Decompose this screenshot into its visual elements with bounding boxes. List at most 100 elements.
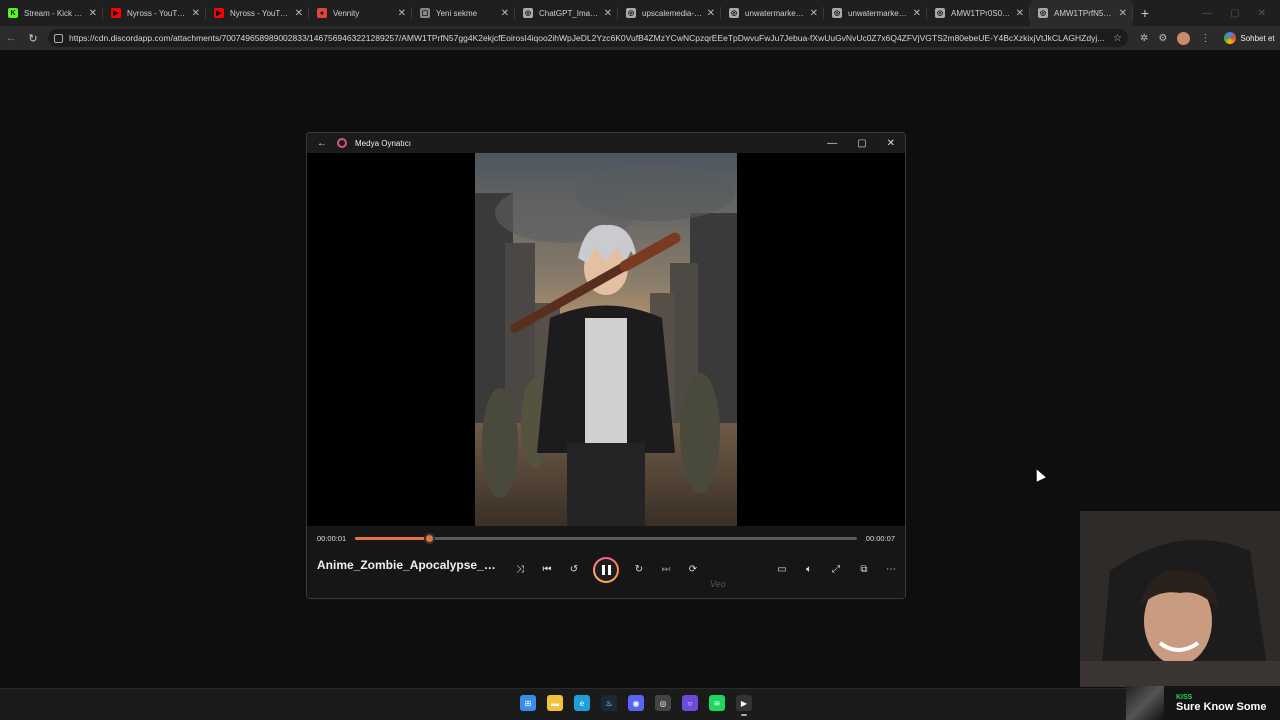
repeat-off-icon: ⟳	[688, 563, 698, 575]
taskbar-apps: ⊞ ▬ e ♨ ◉ ◎ ○ ≋ ▶	[520, 695, 752, 716]
chrome-icon[interactable]: ◎	[655, 695, 671, 711]
windows-start-icon[interactable]: ⊞	[520, 695, 536, 711]
browser-tab[interactable]: ◎ upscalemedia-transf ✕	[618, 0, 721, 26]
more-options-button[interactable]: ⋯	[884, 562, 898, 576]
rewind-10-button[interactable]: ↺	[567, 562, 581, 576]
browser-tab[interactable]: ● Vennity ✕	[309, 0, 412, 26]
pause-button[interactable]	[593, 557, 619, 583]
new-tab-button[interactable]: +	[1133, 0, 1157, 26]
obs-icon[interactable]: ○	[682, 695, 698, 711]
forward-30-button[interactable]: ↻	[632, 562, 646, 576]
subtitles-icon: ▭	[777, 563, 787, 575]
browser-tab[interactable]: ▶ Nyross - YouTube ✕	[206, 0, 309, 26]
seek-bar[interactable]	[355, 533, 857, 544]
tab-favicon-icon: ◎	[1038, 8, 1048, 18]
file-explorer-icon[interactable]: ▬	[547, 695, 563, 711]
tab-label: Yeni sekme	[436, 8, 478, 18]
tab-close-icon[interactable]: ✕	[89, 8, 97, 19]
media-player-icon[interactable]: ▶	[736, 695, 752, 716]
tab-close-icon[interactable]: ✕	[810, 8, 818, 19]
address-bar[interactable]: https://cdn.discordapp.com/attachments/7…	[48, 29, 1128, 47]
site-info-icon[interactable]	[54, 33, 63, 43]
bookmark-star-icon[interactable]: ☆	[1113, 33, 1122, 44]
browser-tab[interactable]: ◎ AMW1TPrfN57g4 ✕	[1030, 0, 1133, 26]
browser-toolbar: ← ↻ https://cdn.discordapp.com/attachmen…	[0, 26, 1280, 50]
video-frame[interactable]	[475, 153, 737, 526]
tab-label: Nyross - YouTube	[127, 8, 188, 18]
tab-close-icon[interactable]: ✕	[1016, 8, 1024, 19]
fullscreen-icon: ⤢	[832, 563, 840, 575]
gemini-icon	[1224, 32, 1237, 44]
tab-favicon-icon: K	[8, 8, 18, 18]
player-back-button[interactable]: ←	[307, 138, 337, 149]
player-close-icon[interactable]: ✕	[887, 138, 895, 149]
mini-player-icon: ⧉	[860, 563, 868, 575]
tab-favicon-icon: ◎	[523, 8, 533, 18]
discord-icon[interactable]: ◉	[628, 695, 644, 711]
tab-list: KStream - Kick Dashb✕▶Nyross - YouTube✕▶…	[0, 0, 1133, 26]
profile-avatar[interactable]	[1177, 31, 1191, 45]
tab-label: Stream - Kick Dashb	[24, 8, 85, 18]
shuffle-icon: ⤨	[516, 563, 524, 575]
chat-button[interactable]: Sohbet et	[1224, 32, 1275, 44]
tab-close-icon[interactable]: ✕	[398, 8, 406, 19]
browser-tab[interactable]: ◎ ChatGPT_Image_1_S ✕	[515, 0, 618, 26]
steam-icon[interactable]: ♨	[601, 695, 617, 711]
seek-bar-thumb[interactable]	[423, 533, 435, 544]
subtitles-button[interactable]: ▭	[775, 562, 789, 576]
mini-player-button[interactable]: ⧉	[857, 562, 871, 576]
duration: 00:00:07	[865, 534, 895, 543]
tab-label: ChatGPT_Image_1_S	[539, 8, 600, 18]
menu-dots-icon[interactable]: ⋮	[1200, 33, 1210, 44]
player-window-controls: — ▢ ✕	[827, 138, 905, 149]
streamer-webcam-image	[1080, 511, 1280, 687]
previous-button[interactable]: ⏮	[540, 562, 554, 576]
seek-bar-fill	[355, 537, 429, 540]
volume-button[interactable]: 🔈︎	[802, 562, 816, 576]
tab-favicon-icon: ◎	[832, 8, 842, 18]
now-playing-song: Sure Know Some	[1176, 700, 1267, 713]
next-button[interactable]: ⏭	[659, 562, 673, 576]
browser-tab[interactable]: K Stream - Kick Dashb ✕	[0, 0, 103, 26]
media-player-app-icon	[337, 138, 347, 148]
tab-close-icon[interactable]: ✕	[501, 8, 509, 19]
browser-tab[interactable]: ▶ Nyross - YouTube ✕	[103, 0, 206, 26]
player-minimize-icon[interactable]: —	[827, 138, 837, 149]
browser-tab[interactable]: ◎ AMW1TPr0S0CoMj ✕	[927, 0, 1030, 26]
volume-icon: 🔈︎	[806, 563, 812, 575]
tab-close-icon[interactable]: ✕	[295, 8, 303, 19]
url-text[interactable]: https://cdn.discordapp.com/attachments/7…	[69, 33, 1107, 43]
tab-label: unwatermarked_un	[848, 8, 909, 18]
edge-icon[interactable]: e	[574, 695, 590, 711]
maximize-icon[interactable]: ▢	[1230, 8, 1239, 19]
tab-close-icon[interactable]: ✕	[913, 8, 921, 19]
rewind-icon: ↺	[569, 563, 579, 575]
pause-icon	[601, 565, 611, 575]
player-maximize-icon[interactable]: ▢	[857, 138, 866, 149]
reload-button[interactable]: ↻	[22, 27, 44, 49]
tab-close-icon[interactable]: ✕	[192, 8, 200, 19]
now-playing-widget[interactable]: KISS Sure Know Some	[1126, 686, 1280, 720]
back-button[interactable]: ←	[0, 27, 22, 49]
browser-tab[interactable]: ▢ Yeni sekme ✕	[412, 0, 515, 26]
extensions-icon[interactable]: ✲	[1140, 33, 1148, 44]
browser-tab[interactable]: ◎ unwatermarked_can ✕	[721, 0, 824, 26]
more-dots-icon: ⋯	[886, 563, 896, 575]
current-time: 00:00:01	[317, 534, 347, 543]
close-icon[interactable]: ✕	[1258, 8, 1266, 19]
windows-taskbar: ⊞ ▬ e ♨ ◉ ◎ ○ ≋ ▶	[0, 688, 1280, 720]
browser-tab[interactable]: ◎ unwatermarked_un ✕	[824, 0, 927, 26]
shuffle-button[interactable]: ⤨	[513, 562, 527, 576]
minimize-icon[interactable]: —	[1202, 8, 1212, 19]
tab-favicon-icon: ●	[317, 8, 327, 18]
spotify-icon[interactable]: ≋	[709, 695, 725, 711]
fullscreen-button[interactable]: ⤢	[829, 562, 843, 576]
video-image	[475, 153, 737, 526]
tab-favicon-icon: ▶	[214, 8, 224, 18]
tab-close-icon[interactable]: ✕	[1119, 8, 1127, 19]
tab-label: Nyross - YouTube	[230, 8, 291, 18]
tab-close-icon[interactable]: ✕	[707, 8, 715, 19]
tab-close-icon[interactable]: ✕	[604, 8, 612, 19]
repeat-off-button[interactable]: ⟳	[686, 562, 700, 576]
extension-puzzle-icon[interactable]: ⚙	[1158, 33, 1167, 44]
